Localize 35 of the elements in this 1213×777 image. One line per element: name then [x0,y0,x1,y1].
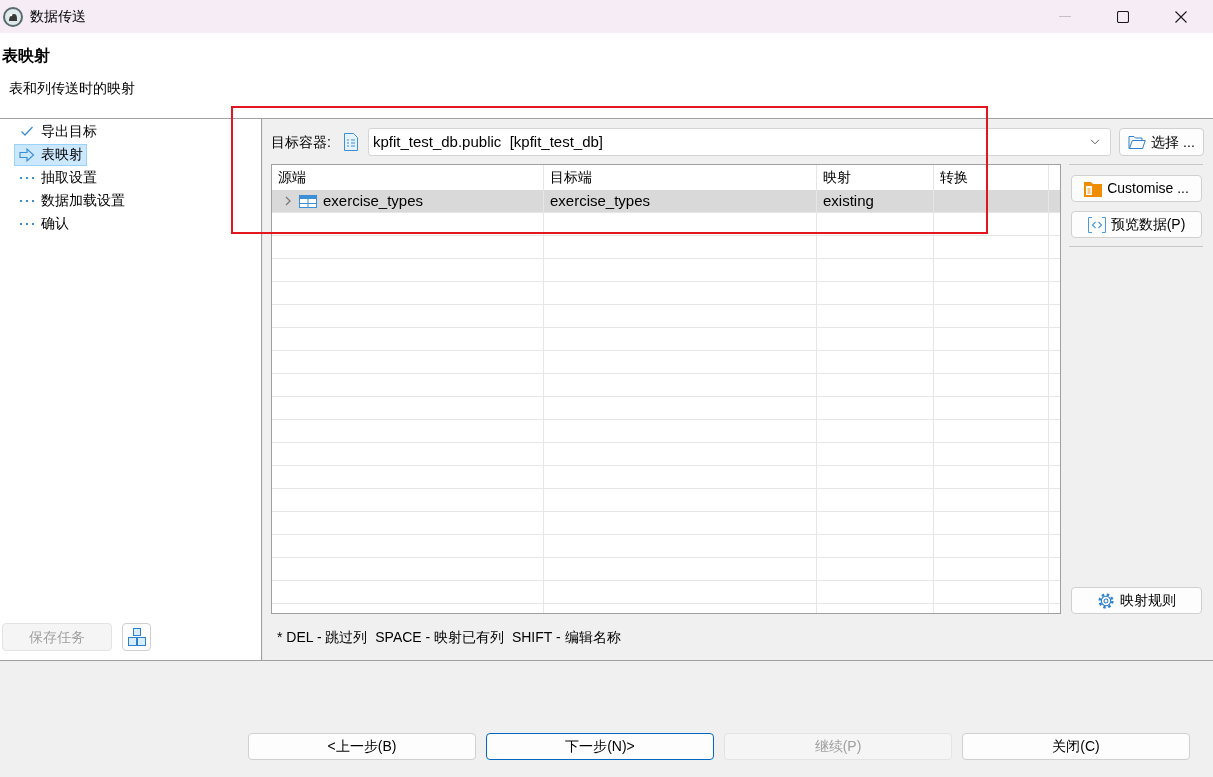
minimize-icon [1059,16,1071,17]
page-subtitle: 表和列传送时的映射 [9,79,135,97]
window-title: 数据传送 [30,7,86,26]
table-cell: exercise_types [323,191,424,211]
target-container-dropdown[interactable]: kpfit_test_db.public [kpfit_test_db] [367,128,1111,156]
page-title: 表映射 [2,46,50,66]
wizard-step[interactable]: 抽取设置 [14,166,101,189]
table-cell: existing [817,190,934,212]
mapping-rules-button[interactable]: 映射规则 [1071,587,1202,614]
maximize-icon [1117,10,1129,23]
settings-icon [1097,592,1115,609]
wizard-button[interactable]: 关闭(C) [962,733,1190,760]
choose-button[interactable]: 选择 ... [1119,128,1204,156]
code-brackets-icon [1087,216,1106,233]
shortcut-hint: * DEL - 跳过列 SPACE - 映射已有列 SHIFT - 编辑名称 [277,627,621,647]
wizard-step[interactable]: 导出目标 [14,120,101,143]
dropdown-chevron-icon [1090,139,1100,145]
wizard-button[interactable]: 下一步(N)> [486,733,714,760]
wizard-step[interactable]: 数据加载设置 [14,189,129,212]
boxes-icon [127,628,146,646]
close-icon [1175,10,1187,23]
folder-document-icon [1084,180,1103,197]
table-icon [299,194,317,208]
preview-data-button[interactable]: 预览数据(P) [1071,211,1202,238]
app-icon [3,6,23,27]
customise-button[interactable]: Customise ... [1071,175,1202,202]
table-row[interactable]: exercise_types exercise_types existing [272,190,1060,213]
wizard-button[interactable]: <上一步(B) [248,733,476,760]
wizard-step[interactable]: 确认 [14,212,73,235]
table-cell: exercise_types [544,190,817,212]
boxes-icon-button[interactable] [122,623,151,651]
target-container-label: 目标容器: [271,132,331,152]
document-icon [342,133,359,151]
wizard-step[interactable]: 表映射 [14,143,87,166]
folder-icon [1128,134,1147,150]
